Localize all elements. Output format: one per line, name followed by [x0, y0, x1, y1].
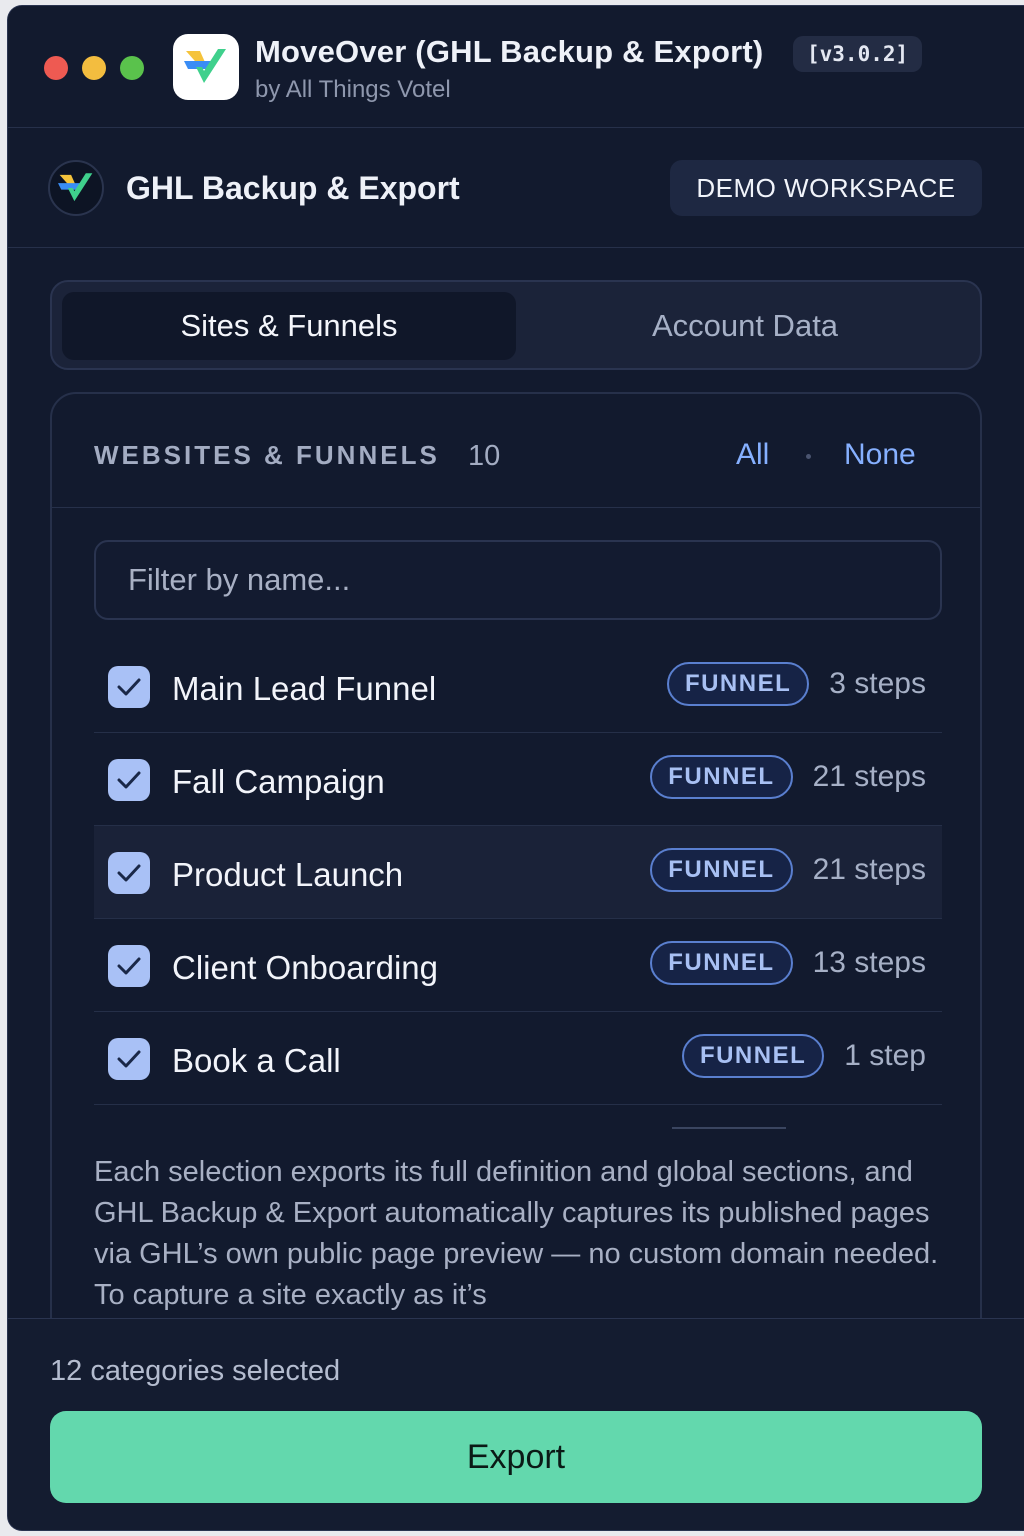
- type-badge: FUNNEL: [650, 848, 793, 892]
- list-item[interactable]: Main Lead Funnel FUNNEL 3 steps: [94, 640, 942, 733]
- selected-count: 12 categories selected: [50, 1355, 341, 1387]
- select-all-link[interactable]: All: [736, 438, 769, 472]
- tab-account-data[interactable]: Account Data: [518, 292, 972, 360]
- step-count: 13 steps: [812, 946, 926, 979]
- type-badge: FUNNEL: [681, 1034, 825, 1078]
- section-count: 10: [468, 440, 501, 472]
- tab-bar: Sites & Funnels Account Data: [50, 280, 982, 370]
- item-meta: FUNNEL 13 steps: [650, 941, 926, 985]
- link-separator: [806, 454, 811, 459]
- checkbox-checked[interactable]: [108, 852, 150, 894]
- panel-header: WEBSITES & FUNNELS 10 All None: [52, 394, 980, 508]
- item-meta: FUNNEL 21 steps: [650, 848, 926, 892]
- close-window-button[interactable]: [44, 56, 68, 80]
- step-count: 21 steps: [812, 760, 926, 793]
- item-name: Fall Campaign: [172, 763, 385, 800]
- item-name: Main Lead Funnel: [172, 670, 437, 707]
- list-item[interactable]: Book a Call FUNNEL 1 step: [94, 1012, 942, 1105]
- scroll-hint-divider: [672, 1127, 786, 1129]
- app-logo-icon: [173, 34, 239, 100]
- export-button[interactable]: Export: [50, 1411, 982, 1503]
- app-title: MoveOver (GHL Backup & Export): [255, 34, 764, 69]
- filter-input[interactable]: [94, 540, 942, 620]
- tab-sites-funnels[interactable]: Sites & Funnels: [62, 292, 516, 360]
- list-item[interactable]: Product Launch FUNNEL 21 steps: [94, 826, 942, 919]
- checkbox-checked[interactable]: [108, 759, 150, 801]
- funnel-list: Main Lead Funnel FUNNEL 3 steps Fall Cam…: [94, 640, 942, 1105]
- minimize-window-button[interactable]: [82, 56, 106, 80]
- list-item[interactable]: Client Onboarding FUNNEL 13 steps: [94, 919, 942, 1012]
- type-badge: FUNNEL: [650, 941, 793, 985]
- app-subtitle: by All Things Votel: [255, 76, 451, 103]
- type-badge: FUNNEL: [666, 662, 810, 706]
- version-badge: [v3.0.2]: [793, 36, 923, 72]
- checkbox-checked[interactable]: [108, 666, 150, 708]
- item-meta: FUNNEL 3 steps: [666, 662, 926, 706]
- item-name: Client Onboarding: [172, 949, 438, 986]
- zoom-window-button[interactable]: [120, 56, 144, 80]
- app-header: GHL Backup & Export DEMO WORKSPACE: [8, 128, 1024, 248]
- step-count: 21 steps: [812, 853, 926, 886]
- websites-funnels-panel: WEBSITES & FUNNELS 10 All None Main Lead…: [50, 392, 982, 1352]
- page-title: GHL Backup & Export: [126, 170, 460, 206]
- item-name: Product Launch: [172, 856, 404, 893]
- select-none-link[interactable]: None: [844, 438, 916, 472]
- footer-bar: 12 categories selected Export: [8, 1318, 1024, 1530]
- title-bar[interactable]: MoveOver (GHL Backup & Export) [v3.0.2] …: [8, 6, 1024, 128]
- checkbox-checked[interactable]: [108, 945, 150, 987]
- info-text: Each selection exports its full definiti…: [94, 1156, 939, 1311]
- workspace-badge[interactable]: DEMO WORKSPACE: [670, 160, 982, 216]
- brand-logo-icon: [48, 160, 104, 216]
- checkbox-checked[interactable]: [108, 1038, 150, 1080]
- item-meta: FUNNEL 21 steps: [650, 755, 926, 799]
- item-name: Book a Call: [172, 1042, 341, 1079]
- step-count: 3 steps: [829, 667, 926, 700]
- app-window: MoveOver (GHL Backup & Export) [v3.0.2] …: [8, 6, 1024, 1530]
- section-label: WEBSITES & FUNNELS: [94, 440, 440, 470]
- type-badge: FUNNEL: [650, 755, 793, 799]
- list-item[interactable]: Fall Campaign FUNNEL 21 steps: [94, 733, 942, 826]
- step-count: 1 step: [844, 1039, 926, 1072]
- item-meta: FUNNEL 1 step: [681, 1034, 926, 1078]
